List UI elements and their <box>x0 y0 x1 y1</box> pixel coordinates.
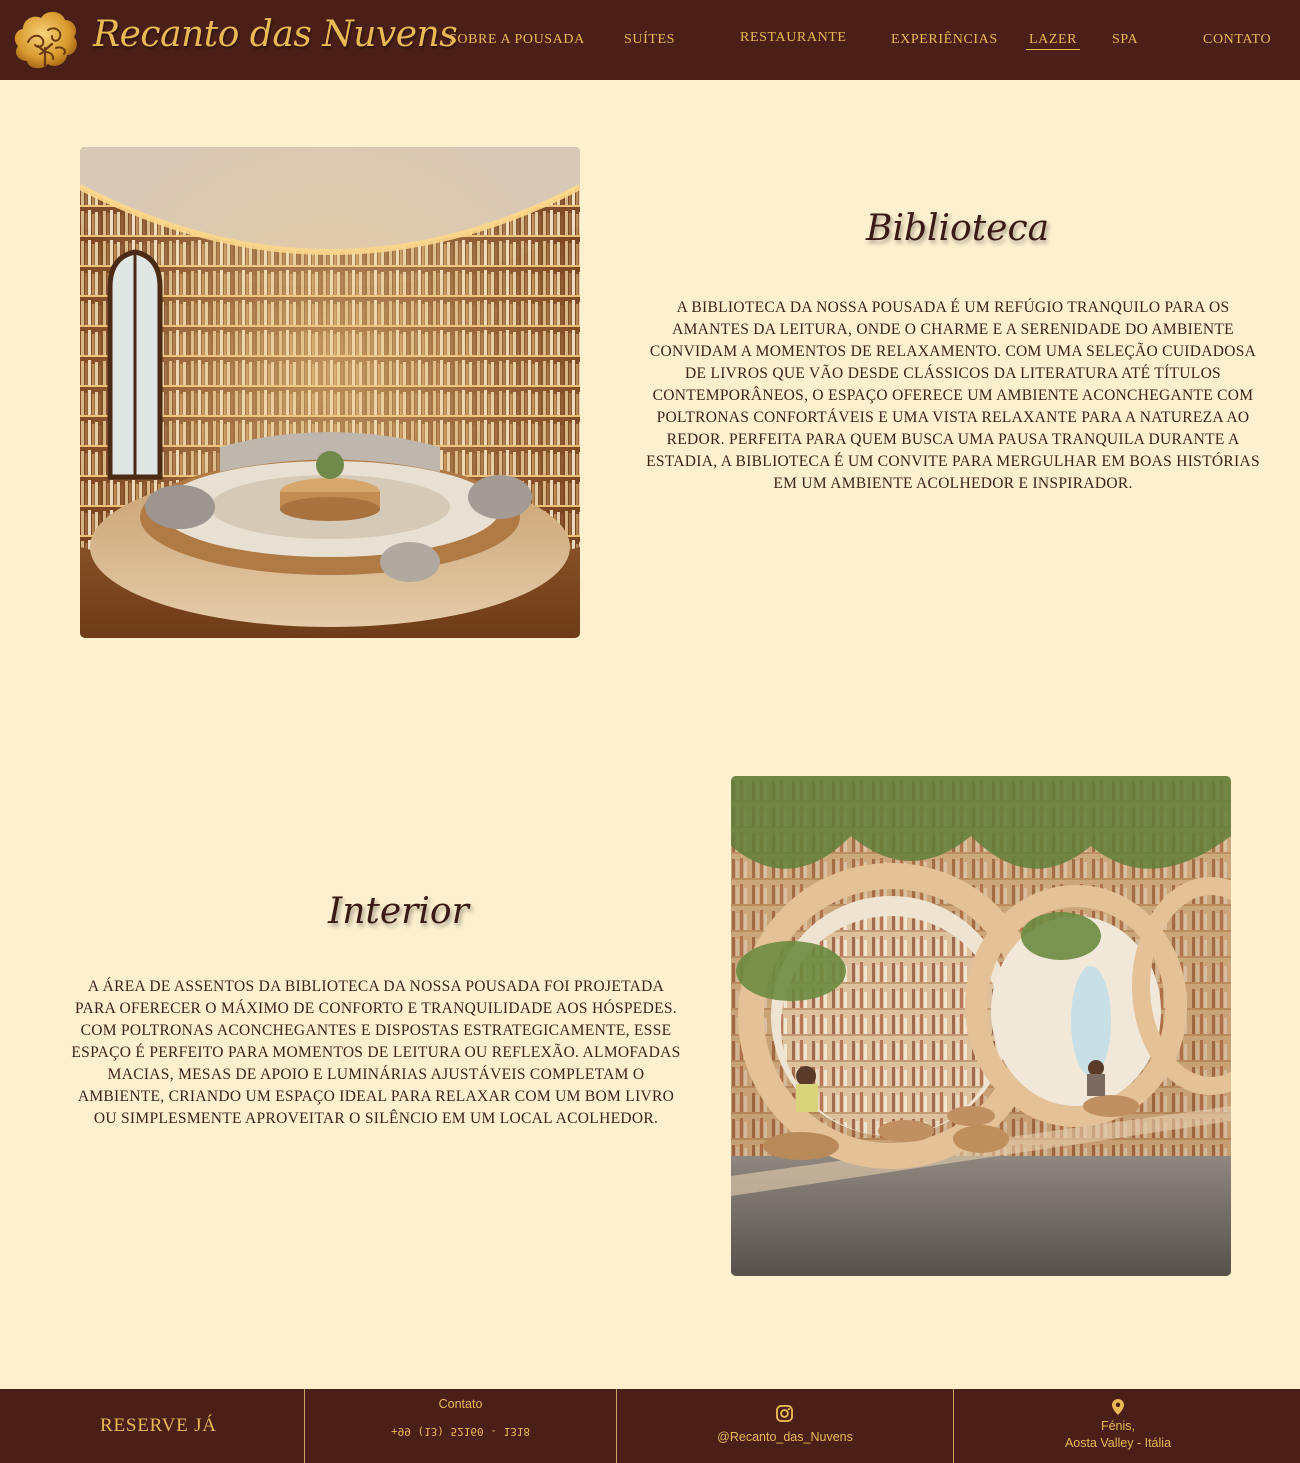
nav-item-contato[interactable]: CONTATO <box>1203 32 1271 48</box>
section-text-interior: A área de assentos da biblioteca da noss… <box>71 978 681 1127</box>
location-region: Aosta Valley - Itália <box>1064 1436 1172 1450</box>
nav-item-experiencias[interactable]: EXPERIÊNCIAS <box>891 32 998 48</box>
brand-name[interactable]: Recanto das Nuvens <box>93 14 458 55</box>
golden-cloud-tree-logo[interactable] <box>10 6 80 74</box>
instagram-icon[interactable] <box>775 1404 794 1423</box>
nav-item-sobre-a-pousada[interactable]: SOBRE A POUSADA <box>449 32 585 48</box>
instagram-handle[interactable]: @Recanto_das_Nuvens <box>617 1429 953 1446</box>
location-city: Fénis, <box>1100 1419 1136 1433</box>
contact-title: Contato <box>438 1397 483 1411</box>
nav-item-restaurante[interactable]: RESTAURANTE <box>740 30 847 46</box>
library-photo <box>80 147 580 638</box>
reserve-now-button[interactable]: RESERVE JÁ <box>100 1415 217 1437</box>
footer-divider <box>616 1389 617 1463</box>
section-title-interior: Interior <box>328 891 469 932</box>
contact-phone[interactable]: +99 (13) 52160 - 1318 <box>305 1423 616 1440</box>
nav-item-lazer[interactable]: LAZER <box>1026 32 1081 50</box>
footer-bar: RESERVE JÁ Contato +99 (13) 52160 - 1318… <box>0 1389 1300 1463</box>
section-title-biblioteca: Biblioteca <box>866 208 1050 249</box>
nav-item-suites[interactable]: SUÍTES <box>624 32 675 48</box>
map-pin-icon <box>1112 1399 1124 1415</box>
interior-seating-photo <box>731 776 1231 1276</box>
top-navigation-bar: Recanto das Nuvens SOBRE A POUSADA SUÍTE… <box>0 0 1300 80</box>
section-text-biblioteca: A biblioteca da nossa pousada é um refúg… <box>646 299 1260 492</box>
nav-item-spa[interactable]: SPA <box>1112 32 1138 48</box>
